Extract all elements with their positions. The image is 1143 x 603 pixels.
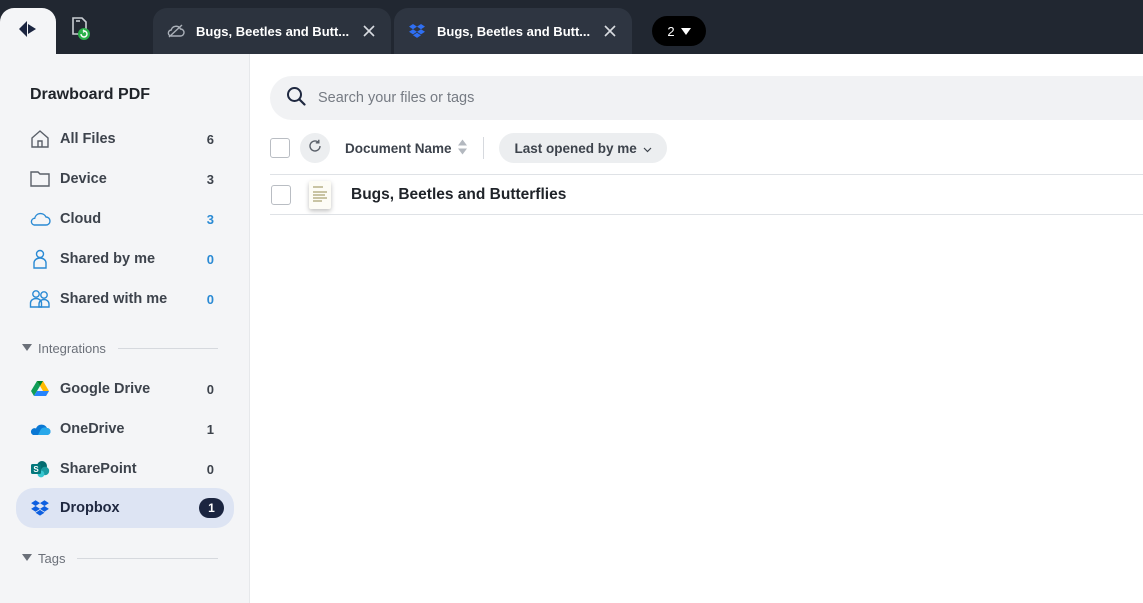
sidebar-item-label: Shared by me	[60, 251, 156, 267]
file-sync-icon	[68, 15, 92, 46]
toolbar-divider	[482, 137, 484, 159]
tags-section-toggle[interactable]: Tags	[22, 548, 218, 568]
document-tab-active[interactable]: Bugs, Beetles and Butt...	[394, 8, 632, 54]
sidebar-item-label: Google Drive	[60, 381, 151, 397]
home-icon	[29, 128, 51, 150]
sidebar-item-cloud[interactable]: Cloud 3	[16, 201, 234, 237]
folder-icon	[29, 168, 51, 190]
item-count: 0	[206, 461, 214, 477]
svg-text:S: S	[33, 465, 39, 474]
item-count: 1	[206, 421, 214, 437]
person-icon	[29, 248, 51, 270]
sidebar-item-label: All Files	[60, 131, 116, 147]
file-row[interactable]: Bugs, Beetles and Butterflies	[270, 175, 1143, 215]
caret-down-icon	[680, 24, 691, 39]
sidebar-item-google-drive[interactable]: Google Drive 0	[16, 371, 234, 407]
select-all-checkbox[interactable]	[270, 138, 290, 158]
tab-count: 2	[667, 23, 675, 39]
sidebar-item-shared-by-me[interactable]: Shared by me 0	[16, 241, 234, 277]
caret-down-icon	[22, 553, 32, 563]
item-count: 0	[206, 251, 214, 267]
app-title: Drawboard PDF	[30, 86, 151, 103]
cloud-off-icon	[167, 22, 185, 40]
search-icon	[286, 86, 306, 111]
sidebar-item-label: Device	[60, 171, 107, 187]
file-checkbox[interactable]	[271, 185, 291, 205]
cloud-icon	[29, 208, 51, 230]
sidebar-item-onedrive[interactable]: OneDrive 1	[16, 411, 234, 447]
sidebar-item-device[interactable]: Device 3	[16, 161, 234, 197]
item-count: 6	[206, 131, 214, 147]
refresh-button[interactable]	[300, 133, 330, 163]
sidebar-item-all-files[interactable]: All Files 6	[16, 121, 234, 157]
item-count: 3	[206, 211, 214, 227]
sidebar: Drawboard PDF All Files 6 Device 3 Cloud…	[0, 54, 250, 603]
tab-bar: Bugs, Beetles and Butt... Bugs, Beetles …	[0, 0, 1143, 54]
document-name-sort[interactable]: Document Name	[345, 139, 467, 158]
sidebar-item-label: Shared with me	[60, 291, 168, 307]
sidebar-item-dropbox[interactable]: Dropbox 1	[16, 488, 234, 528]
drawboard-logo-icon	[18, 20, 38, 43]
section-divider	[117, 347, 218, 349]
close-icon[interactable]	[602, 23, 618, 39]
sidebar-item-shared-with-me[interactable]: Shared with me 0	[16, 281, 234, 317]
file-list-toolbar: Document Name Last opened by me	[270, 133, 1143, 163]
caret-down-icon	[22, 343, 32, 353]
last-opened-filter-dropdown[interactable]: Last opened by me	[498, 133, 667, 163]
section-divider	[77, 557, 218, 559]
search-input[interactable]	[318, 90, 1018, 106]
item-count-badge: 1	[199, 498, 224, 518]
item-count: 0	[206, 291, 214, 307]
onedrive-icon	[29, 418, 51, 440]
close-icon[interactable]	[361, 23, 377, 39]
tab-title: Bugs, Beetles and Butt...	[196, 23, 350, 39]
section-label: Integrations	[38, 340, 106, 356]
google-drive-icon	[29, 378, 51, 400]
row-divider	[270, 214, 1143, 215]
people-icon	[29, 288, 51, 310]
chevron-down-icon	[643, 141, 652, 156]
dropbox-icon	[408, 22, 426, 40]
pdf-thumbnail	[309, 181, 331, 209]
sharepoint-icon: S	[29, 458, 51, 480]
sidebar-item-label: Cloud	[60, 211, 102, 227]
file-name: Bugs, Beetles and Butterflies	[351, 186, 567, 203]
item-count: 0	[206, 381, 214, 397]
sidebar-item-sharepoint[interactable]: S SharePoint 0	[16, 451, 234, 487]
dropbox-icon	[29, 497, 51, 519]
sidebar-item-label: OneDrive	[60, 421, 125, 437]
sidebar-item-label: Dropbox	[60, 500, 120, 516]
tab-overflow-button[interactable]: 2	[652, 16, 706, 46]
home-tab[interactable]	[0, 8, 56, 54]
filter-label: Last opened by me	[514, 140, 637, 156]
column-header-label: Document Name	[345, 140, 452, 156]
sync-button[interactable]	[64, 14, 96, 46]
tab-title: Bugs, Beetles and Butt...	[437, 23, 591, 39]
integrations-section-toggle[interactable]: Integrations	[22, 338, 218, 358]
main-content: Document Name Last opened by me Bugs, Be…	[251, 54, 1143, 603]
sidebar-item-label: SharePoint	[60, 461, 137, 477]
sort-icon	[457, 139, 467, 158]
refresh-icon	[308, 139, 322, 158]
search-bar	[270, 76, 1143, 120]
document-tab[interactable]: Bugs, Beetles and Butt...	[153, 8, 391, 54]
section-label: Tags	[38, 550, 66, 566]
item-count: 3	[206, 171, 214, 187]
